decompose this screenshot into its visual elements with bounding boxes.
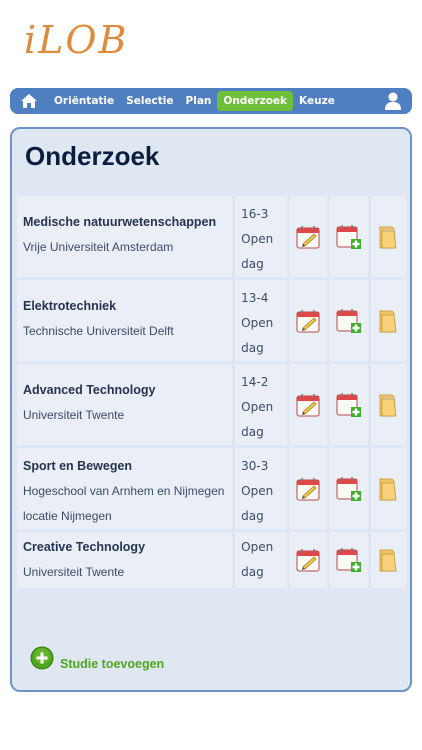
study-name[interactable]: Advanced Technology bbox=[23, 378, 226, 403]
folder-icon[interactable] bbox=[370, 364, 406, 445]
study-list: Medische natuurwetenschappen Vrije Unive… bbox=[17, 196, 406, 591]
event-label: Open dag bbox=[241, 540, 274, 579]
study-institution: Universiteit Twente bbox=[23, 408, 125, 422]
study-info: Sport en Bewegen Hogeschool van Arnhem e… bbox=[17, 448, 233, 529]
plus-circle-icon bbox=[30, 646, 54, 670]
study-name[interactable]: Creative Technology bbox=[23, 535, 226, 560]
study-institution: Universiteit Twente bbox=[23, 565, 125, 579]
folder-icon[interactable] bbox=[370, 448, 406, 529]
add-calendar-icon[interactable] bbox=[330, 280, 368, 361]
add-study-button[interactable]: Studie toevoegen bbox=[30, 645, 164, 671]
study-name[interactable]: Elektrotechniek bbox=[23, 294, 226, 319]
nav-item-plan[interactable]: Plan bbox=[180, 91, 218, 111]
edit-calendar-icon[interactable] bbox=[289, 448, 328, 529]
event-info: Open dag bbox=[235, 532, 287, 588]
add-calendar-icon[interactable] bbox=[330, 532, 368, 588]
study-institution: Hogeschool van Arnhem en Nijmegen locati… bbox=[23, 484, 225, 523]
edit-calendar-icon[interactable] bbox=[289, 364, 328, 445]
study-institution: Vrije Universiteit Amsterdam bbox=[23, 240, 174, 254]
onderzoek-panel: Onderzoek Medische natuurwetenschappen V… bbox=[10, 127, 412, 692]
study-info: Advanced Technology Universiteit Twente bbox=[17, 364, 233, 445]
main-navbar: Oriëntatie Selectie Plan Onderzoek Keuze bbox=[10, 88, 412, 114]
event-info: 14-2 Open dag bbox=[235, 364, 287, 445]
event-info: 30-3 Open dag bbox=[235, 448, 287, 529]
event-label: Open dag bbox=[241, 400, 274, 439]
study-info: Elektrotechniek Technische Universiteit … bbox=[17, 280, 233, 361]
nav-item-keuze[interactable]: Keuze bbox=[293, 91, 341, 111]
folder-icon[interactable] bbox=[370, 532, 406, 588]
event-date: 16-3 bbox=[241, 207, 269, 221]
user-icon[interactable] bbox=[382, 90, 404, 112]
study-row: Elektrotechniek Technische Universiteit … bbox=[17, 280, 406, 361]
event-label: Open dag bbox=[241, 232, 274, 271]
event-date: 13-4 bbox=[241, 291, 269, 305]
study-info: Medische natuurwetenschappen Vrije Unive… bbox=[17, 196, 233, 277]
study-name[interactable]: Sport en Bewegen bbox=[23, 454, 226, 479]
study-row: Advanced Technology Universiteit Twente … bbox=[17, 364, 406, 445]
event-info: 16-3 Open dag bbox=[235, 196, 287, 277]
add-calendar-icon[interactable] bbox=[330, 448, 368, 529]
nav-item-selectie[interactable]: Selectie bbox=[120, 91, 179, 111]
study-info: Creative Technology Universiteit Twente bbox=[17, 532, 233, 588]
edit-calendar-icon[interactable] bbox=[289, 532, 328, 588]
event-date: 30-3 bbox=[241, 459, 269, 473]
study-row: Creative Technology Universiteit Twente … bbox=[17, 532, 406, 588]
edit-calendar-icon[interactable] bbox=[289, 280, 328, 361]
event-date: 14-2 bbox=[241, 375, 269, 389]
study-row: Medische natuurwetenschappen Vrije Unive… bbox=[17, 196, 406, 277]
event-info: 13-4 Open dag bbox=[235, 280, 287, 361]
event-label: Open dag bbox=[241, 316, 274, 355]
add-study-label: Studie toevoegen bbox=[60, 657, 165, 671]
nav-item-onderzoek[interactable]: Onderzoek bbox=[217, 91, 294, 111]
folder-icon[interactable] bbox=[370, 280, 406, 361]
study-name[interactable]: Medische natuurwetenschappen bbox=[23, 210, 226, 235]
folder-icon[interactable] bbox=[370, 196, 406, 277]
study-row: Sport en Bewegen Hogeschool van Arnhem e… bbox=[17, 448, 406, 529]
add-calendar-icon[interactable] bbox=[330, 364, 368, 445]
edit-calendar-icon[interactable] bbox=[289, 196, 328, 277]
home-icon[interactable] bbox=[18, 91, 40, 111]
page-title: Onderzoek bbox=[25, 141, 160, 171]
app-logo: iLOB bbox=[24, 18, 129, 62]
nav-item-orientatie[interactable]: Oriëntatie bbox=[48, 91, 120, 111]
study-institution: Technische Universiteit Delft bbox=[23, 324, 174, 338]
add-calendar-icon[interactable] bbox=[330, 196, 368, 277]
event-label: Open dag bbox=[241, 484, 274, 523]
